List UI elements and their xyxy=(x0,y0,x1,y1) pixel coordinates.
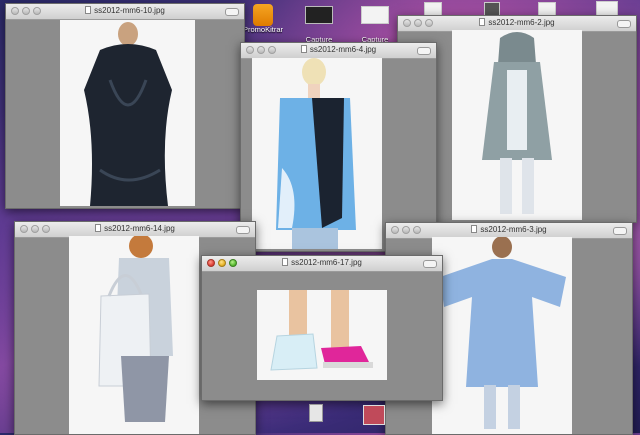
screenshot-icon xyxy=(361,6,389,24)
document-icon xyxy=(479,18,486,26)
model-sky-print-dress-image xyxy=(276,58,356,249)
toolbar-toggle-button[interactable] xyxy=(417,47,431,55)
desktop-icon-capture-2[interactable]: Capture xyxy=(358,6,392,44)
screenshot-icon xyxy=(305,6,333,24)
desktop-icon-app[interactable]: PromoKitrar xyxy=(242,4,284,34)
photo-content xyxy=(432,237,572,434)
image-window-mm6-4[interactable]: ss2012-mm6-4.jpg xyxy=(240,42,437,252)
toolbar-toggle-button[interactable] xyxy=(423,260,437,268)
photo-content xyxy=(452,30,582,220)
model-black-dress-image xyxy=(84,22,172,206)
document-icon xyxy=(300,45,307,53)
window-title: ss2012-mm6-17.jpg xyxy=(291,258,362,267)
photo-content xyxy=(257,290,387,380)
model-hooded-parka-image xyxy=(482,32,552,214)
window-title: ss2012-mm6-2.jpg xyxy=(488,18,555,27)
window-titlebar[interactable]: ss2012-mm6-10.jpg xyxy=(6,4,244,20)
photo-content xyxy=(252,58,382,249)
window-titlebar[interactable]: ss2012-mm6-17.jpg xyxy=(202,256,442,272)
document-icon xyxy=(95,224,102,232)
dock-document-icon[interactable] xyxy=(309,404,323,422)
toolbar-toggle-button[interactable] xyxy=(225,8,239,16)
window-title: ss2012-mm6-14.jpg xyxy=(104,224,175,233)
window-title: ss2012-mm6-4.jpg xyxy=(309,45,377,54)
document-icon xyxy=(471,225,478,233)
model-white-tote-image xyxy=(98,236,173,422)
toolbar-toggle-button[interactable] xyxy=(613,227,627,235)
document-icon xyxy=(282,258,289,266)
window-titlebar[interactable]: ss2012-mm6-4.jpg xyxy=(241,43,436,59)
image-window-mm6-17[interactable]: ss2012-mm6-17.jpg xyxy=(201,255,443,401)
shoes-wedge-and-sandal-image xyxy=(270,290,373,371)
toolbar-toggle-button[interactable] xyxy=(236,226,250,234)
toolbar-toggle-button[interactable] xyxy=(617,20,631,28)
desktop-icon-capture-1[interactable]: Capture xyxy=(302,6,336,44)
image-window-mm6-10[interactable]: ss2012-mm6-10.jpg xyxy=(5,3,245,209)
dock-photo-icon[interactable] xyxy=(363,405,385,425)
window-title: ss2012-mm6-3.jpg xyxy=(480,225,547,234)
document-icon xyxy=(85,6,92,14)
desktop-icon-label: PromoKitrar xyxy=(242,25,283,34)
photo-content xyxy=(69,236,199,434)
app-icon xyxy=(253,4,273,26)
model-blue-trench-image xyxy=(440,237,566,429)
window-title: ss2012-mm6-10.jpg xyxy=(94,6,165,15)
photo-content xyxy=(60,20,195,206)
